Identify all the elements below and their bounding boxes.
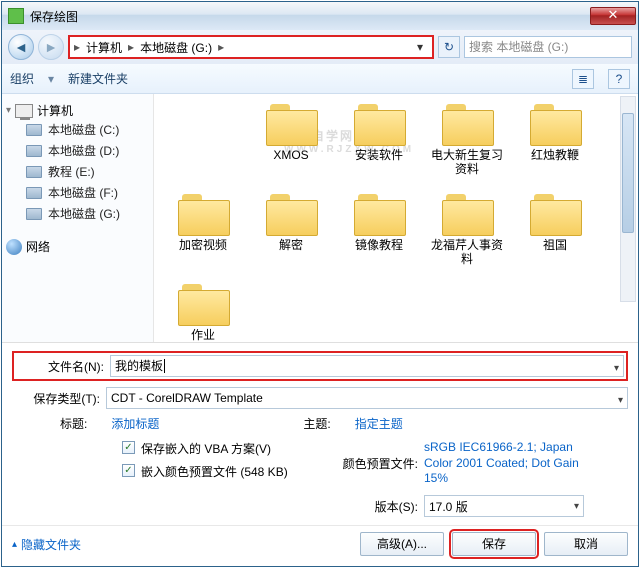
organize-menu[interactable]: 组织	[10, 70, 34, 87]
title-label: 标题:	[60, 415, 87, 432]
filename-label: 文件名(N):	[16, 358, 104, 375]
checkbox-save-vba[interactable]: ✓ 保存嵌入的 VBA 方案(V)	[122, 440, 312, 457]
breadcrumb-seg-computer[interactable]: 计算机	[82, 38, 126, 57]
folder-icon	[354, 194, 404, 234]
savetype-select[interactable]: CDT - CorelDRAW Template ▾	[106, 387, 628, 409]
folder-item[interactable]: 电大新生复习资料	[426, 100, 508, 182]
breadcrumb-dropdown-icon[interactable]: ▾	[412, 40, 428, 54]
checkbox-embed-icc[interactable]: ✓ 嵌入颜色预置文件 (548 KB)	[122, 463, 312, 480]
folder-icon	[178, 284, 228, 324]
drive-icon	[26, 166, 42, 178]
view-mode-button[interactable]: ≣	[572, 69, 594, 89]
chevron-down-icon[interactable]: ▾	[614, 359, 619, 379]
sidebar-group-computer[interactable]: ▾ 计算机	[6, 102, 149, 119]
folder-label: XMOS	[273, 148, 308, 162]
folder-item[interactable]: 加密视频	[162, 190, 244, 272]
checkbox-icon: ✓	[122, 441, 135, 454]
breadcrumb[interactable]: ▸ 计算机 ▸ 本地磁盘 (G:) ▸ ▾	[68, 35, 434, 59]
sidebar-computer-label: 计算机	[37, 102, 73, 119]
sidebar-group-network[interactable]: 网络	[6, 238, 149, 255]
version-select[interactable]: 17.0 版 ▾	[424, 495, 584, 517]
title-value[interactable]: 添加标题	[111, 415, 159, 432]
folder-item[interactable]: 龙福芹人事资料	[426, 190, 508, 272]
sidebar-drive-d[interactable]: 本地磁盘 (D:)	[6, 140, 149, 161]
nav-forward-button[interactable]: ►	[38, 34, 64, 60]
breadcrumb-seg-drive[interactable]: 本地磁盘 (G:)	[136, 38, 216, 57]
network-icon	[6, 239, 22, 255]
window-title: 保存绘图	[30, 8, 590, 25]
folder-icon	[530, 104, 580, 144]
folder-item[interactable]: 镜像教程	[338, 190, 420, 272]
sidebar-drive-f[interactable]: 本地磁盘 (F:)	[6, 182, 149, 203]
refresh-button[interactable]: ↻	[438, 36, 460, 58]
drive-icon	[26, 187, 42, 199]
savetype-label: 保存类型(T):	[12, 390, 100, 407]
cancel-button[interactable]: 取消	[544, 532, 628, 556]
folder-label: 红烛教鞭	[531, 148, 579, 162]
color-profile-label: 颜色预置文件:	[332, 455, 418, 472]
folder-label: 祖国	[543, 238, 567, 252]
folder-label: 加密视频	[179, 238, 227, 252]
chevron-down-icon[interactable]: ▾	[574, 501, 579, 512]
save-button[interactable]: 保存	[452, 532, 536, 556]
folder-icon	[354, 104, 404, 144]
scrollbar-thumb[interactable]	[622, 113, 634, 233]
scrollbar[interactable]	[620, 96, 636, 302]
breadcrumb-root-icon: ▸	[74, 40, 80, 54]
theme-value[interactable]: 指定主题	[355, 415, 403, 432]
search-input[interactable]: 搜索 本地磁盘 (G:)	[464, 36, 632, 58]
drive-icon	[26, 124, 42, 136]
chevron-right-icon: ▸	[128, 40, 134, 54]
folder-item[interactable]: 红烛教鞭	[514, 100, 596, 182]
folder-label: 解密	[279, 238, 303, 252]
advanced-button[interactable]: 高级(A)...	[360, 532, 444, 556]
folder-icon	[266, 194, 316, 234]
folder-icon	[442, 104, 492, 144]
nav-back-button[interactable]: ◄	[8, 34, 34, 60]
chevron-up-icon: ▴	[12, 539, 17, 550]
folder-item[interactable]: 解密	[250, 190, 332, 272]
sidebar-drive-e[interactable]: 教程 (E:)	[6, 161, 149, 182]
folder-icon	[442, 194, 492, 234]
sidebar-drive-g[interactable]: 本地磁盘 (G:)	[6, 203, 149, 224]
filename-input[interactable]: 我的模板 ▾	[110, 355, 624, 377]
hide-folders-toggle[interactable]: ▴ 隐藏文件夹	[12, 536, 81, 553]
folder-item[interactable]: 作业	[162, 280, 244, 342]
computer-icon	[15, 104, 33, 118]
folder-item[interactable]: 安装软件	[338, 100, 420, 182]
folder-label: 镜像教程	[355, 238, 403, 252]
theme-label: 主题:	[303, 415, 330, 432]
sidebar-drive-c[interactable]: 本地磁盘 (C:)	[6, 119, 149, 140]
checkbox-icon: ✓	[122, 464, 135, 477]
folder-icon	[266, 104, 316, 144]
folder-icon	[178, 194, 228, 234]
app-icon	[8, 8, 24, 24]
folder-label: 作业	[191, 328, 215, 342]
text-cursor	[164, 359, 168, 373]
help-button[interactable]: ?	[608, 69, 630, 89]
tree-expand-icon[interactable]: ▾	[6, 105, 11, 116]
folder-item[interactable]: 祖国	[514, 190, 596, 272]
drive-icon	[26, 145, 42, 157]
close-button[interactable]: ✕	[590, 7, 636, 25]
version-label: 版本(S):	[332, 498, 418, 515]
folder-label: 电大新生复习资料	[426, 148, 508, 177]
chevron-down-icon[interactable]: ▾	[618, 391, 623, 411]
folder-item[interactable]: XMOS	[250, 100, 332, 182]
organize-dropdown-icon[interactable]: ▾	[48, 72, 54, 86]
new-folder-button[interactable]: 新建文件夹	[68, 70, 128, 87]
chevron-right-icon: ▸	[218, 40, 224, 54]
folder-label: 安装软件	[355, 148, 403, 162]
drive-icon	[26, 208, 42, 220]
folder-icon	[530, 194, 580, 234]
sidebar-network-label: 网络	[26, 238, 50, 255]
color-profile-value: sRGB IEC61966-2.1; Japan Color 2001 Coat…	[424, 440, 604, 487]
folder-label: 龙福芹人事资料	[426, 238, 508, 267]
